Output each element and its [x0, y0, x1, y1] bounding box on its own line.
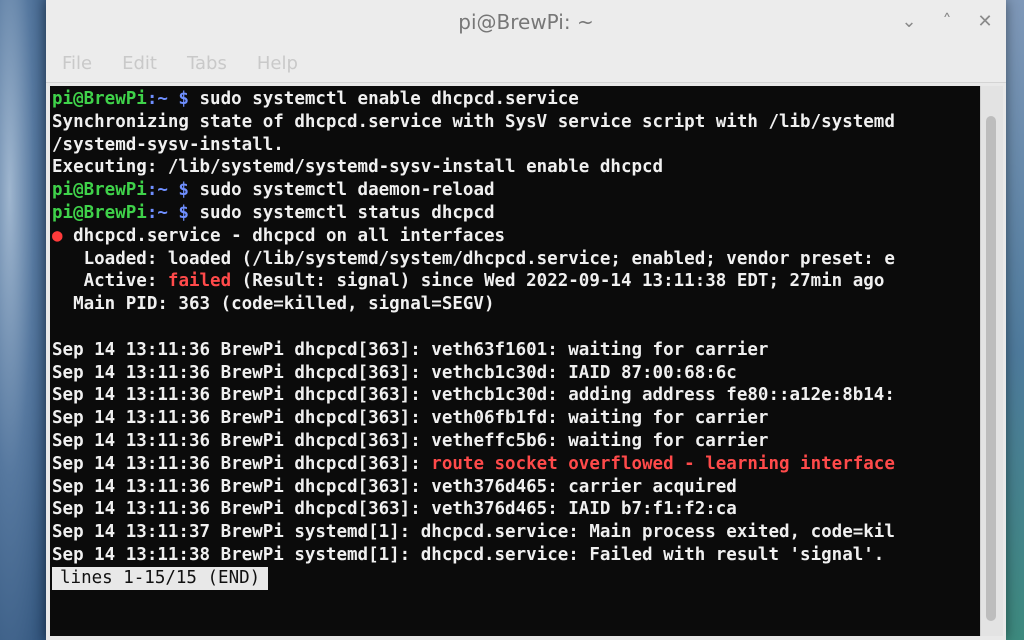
pager-line: lines 1-15/15 (END)	[52, 566, 980, 590]
log-line: Sep 14 13:11:36 BrewPi dhcpcd[363]: veth…	[52, 476, 980, 499]
command-line: pi@BrewPi:~ $ sudo systemctl daemon-relo…	[52, 179, 980, 202]
command-text: sudo systemctl enable dhcpcd.service	[188, 89, 579, 109]
log-message: veth376d465: IAID b7:f1:f2:ca	[431, 499, 737, 520]
log-message: dhcpcd.service: Main process exited, cod…	[420, 522, 895, 543]
log-line: Sep 14 13:11:36 BrewPi dhcpcd[363]: rout…	[52, 453, 980, 476]
minimize-icon[interactable]: ⌄	[898, 11, 920, 33]
desktop-wallpaper-left	[0, 0, 48, 640]
active-state-failed: failed	[167, 271, 232, 292]
log-prefix: Sep 14 13:11:36 BrewPi dhcpcd[363]:	[52, 362, 432, 383]
status-dot-icon: ●	[52, 225, 63, 246]
active-line: Active: failed (Result: signal) since We…	[52, 270, 980, 293]
log-line: Sep 14 13:11:36 BrewPi dhcpcd[363]: veth…	[52, 430, 980, 453]
command-text: sudo systemctl daemon-reload	[188, 180, 495, 201]
menu-help[interactable]: Help	[257, 53, 298, 74]
prompt-path: :~ $	[146, 180, 189, 201]
main-pid-line: Main PID: 363 (code=killed, signal=SEGV)	[52, 294, 495, 315]
prompt-path: :~ $	[146, 89, 189, 109]
log-line: Sep 14 13:11:36 BrewPi dhcpcd[363]: veth…	[52, 362, 980, 385]
log-message-error: route socket overflowed - learning inter…	[431, 453, 895, 474]
log-prefix: Sep 14 13:11:36 BrewPi dhcpcd[363]:	[52, 408, 432, 429]
menu-file[interactable]: File	[62, 53, 92, 74]
log-prefix: Sep 14 13:11:38 BrewPi systemd[1]:	[52, 544, 421, 565]
output-line: Executing: /lib/systemd/systemd-sysv-ins…	[52, 157, 664, 178]
menu-bar: File Edit Tabs Help	[46, 44, 1006, 83]
log-message: vetheffc5b6: waiting for carrier	[431, 430, 769, 451]
log-line: Sep 14 13:11:38 BrewPi systemd[1]: dhcpc…	[52, 544, 980, 567]
window-controls: ⌄ ˄ ✕	[898, 0, 996, 44]
log-line: Sep 14 13:11:36 BrewPi dhcpcd[363]: veth…	[52, 498, 980, 521]
maximize-icon[interactable]: ˄	[936, 11, 958, 33]
log-prefix: Sep 14 13:11:36 BrewPi dhcpcd[363]:	[52, 453, 432, 474]
log-prefix: Sep 14 13:11:37 BrewPi systemd[1]:	[52, 522, 421, 543]
log-message: veth06fb1fd: waiting for carrier	[431, 408, 769, 429]
prompt-user: pi@BrewPi	[52, 89, 147, 109]
service-status-line: ● dhcpcd.service - dhcpcd on all interfa…	[52, 225, 980, 248]
output-line: Synchronizing state of dhcpcd.service wi…	[52, 111, 895, 132]
active-label: Active:	[52, 271, 168, 292]
log-message: vethcb1c30d: adding address fe80::a12e:8…	[431, 385, 895, 406]
prompt-user: pi@BrewPi	[52, 202, 147, 223]
log-line: Sep 14 13:11:37 BrewPi systemd[1]: dhcpc…	[52, 521, 980, 544]
loaded-line: Loaded: loaded (/lib/systemd/system/dhcp…	[52, 248, 895, 269]
menu-tabs[interactable]: Tabs	[187, 53, 227, 74]
pager-status: lines 1-15/15 (END)	[52, 566, 269, 590]
log-line: Sep 14 13:11:36 BrewPi dhcpcd[363]: veth…	[52, 407, 980, 430]
log-message: dhcpcd.service: Failed with result 'sign…	[420, 544, 885, 565]
title-bar[interactable]: pi@BrewPi: ~ ⌄ ˄ ✕	[46, 0, 1006, 44]
log-prefix: Sep 14 13:11:36 BrewPi dhcpcd[363]:	[52, 385, 432, 406]
command-line: pi@BrewPi:~ $ sudo systemctl status dhcp…	[52, 202, 980, 225]
output-line: /systemd-sysv-install.	[52, 134, 284, 155]
command-text: sudo systemctl status dhcpcd	[188, 202, 495, 223]
log-prefix: Sep 14 13:11:36 BrewPi dhcpcd[363]:	[52, 476, 432, 497]
menu-edit[interactable]: Edit	[122, 53, 157, 74]
log-message: veth376d465: carrier acquired	[431, 476, 737, 497]
log-prefix: Sep 14 13:11:36 BrewPi dhcpcd[363]:	[52, 499, 432, 520]
close-icon[interactable]: ✕	[974, 11, 996, 33]
log-message: vethcb1c30d: IAID 87:00:68:6c	[431, 362, 737, 383]
vertical-scrollbar[interactable]	[980, 86, 1003, 636]
scrollbar-thumb[interactable]	[986, 116, 996, 621]
terminal-output[interactable]: pi@BrewPi:~ $ sudo systemctl enable dhcp…	[50, 86, 980, 636]
window-title: pi@BrewPi: ~	[458, 10, 594, 34]
log-line: Sep 14 13:11:36 BrewPi dhcpcd[363]: veth…	[52, 384, 980, 407]
prompt-user: pi@BrewPi	[52, 180, 147, 201]
prompt-path: :~ $	[146, 202, 189, 223]
log-prefix: Sep 14 13:11:36 BrewPi dhcpcd[363]:	[52, 339, 432, 360]
log-line: Sep 14 13:11:36 BrewPi dhcpcd[363]: veth…	[52, 339, 980, 362]
active-details: (Result: signal) since Wed 2022-09-14 13…	[231, 271, 885, 292]
log-message: veth63f1601: waiting for carrier	[431, 339, 769, 360]
service-title: dhcpcd.service - dhcpcd on all interface…	[62, 225, 506, 246]
terminal-window: pi@BrewPi: ~ ⌄ ˄ ✕ File Edit Tabs Help p…	[46, 0, 1006, 640]
log-prefix: Sep 14 13:11:36 BrewPi dhcpcd[363]:	[52, 430, 432, 451]
command-line: pi@BrewPi:~ $ sudo systemctl enable dhcp…	[52, 88, 980, 111]
